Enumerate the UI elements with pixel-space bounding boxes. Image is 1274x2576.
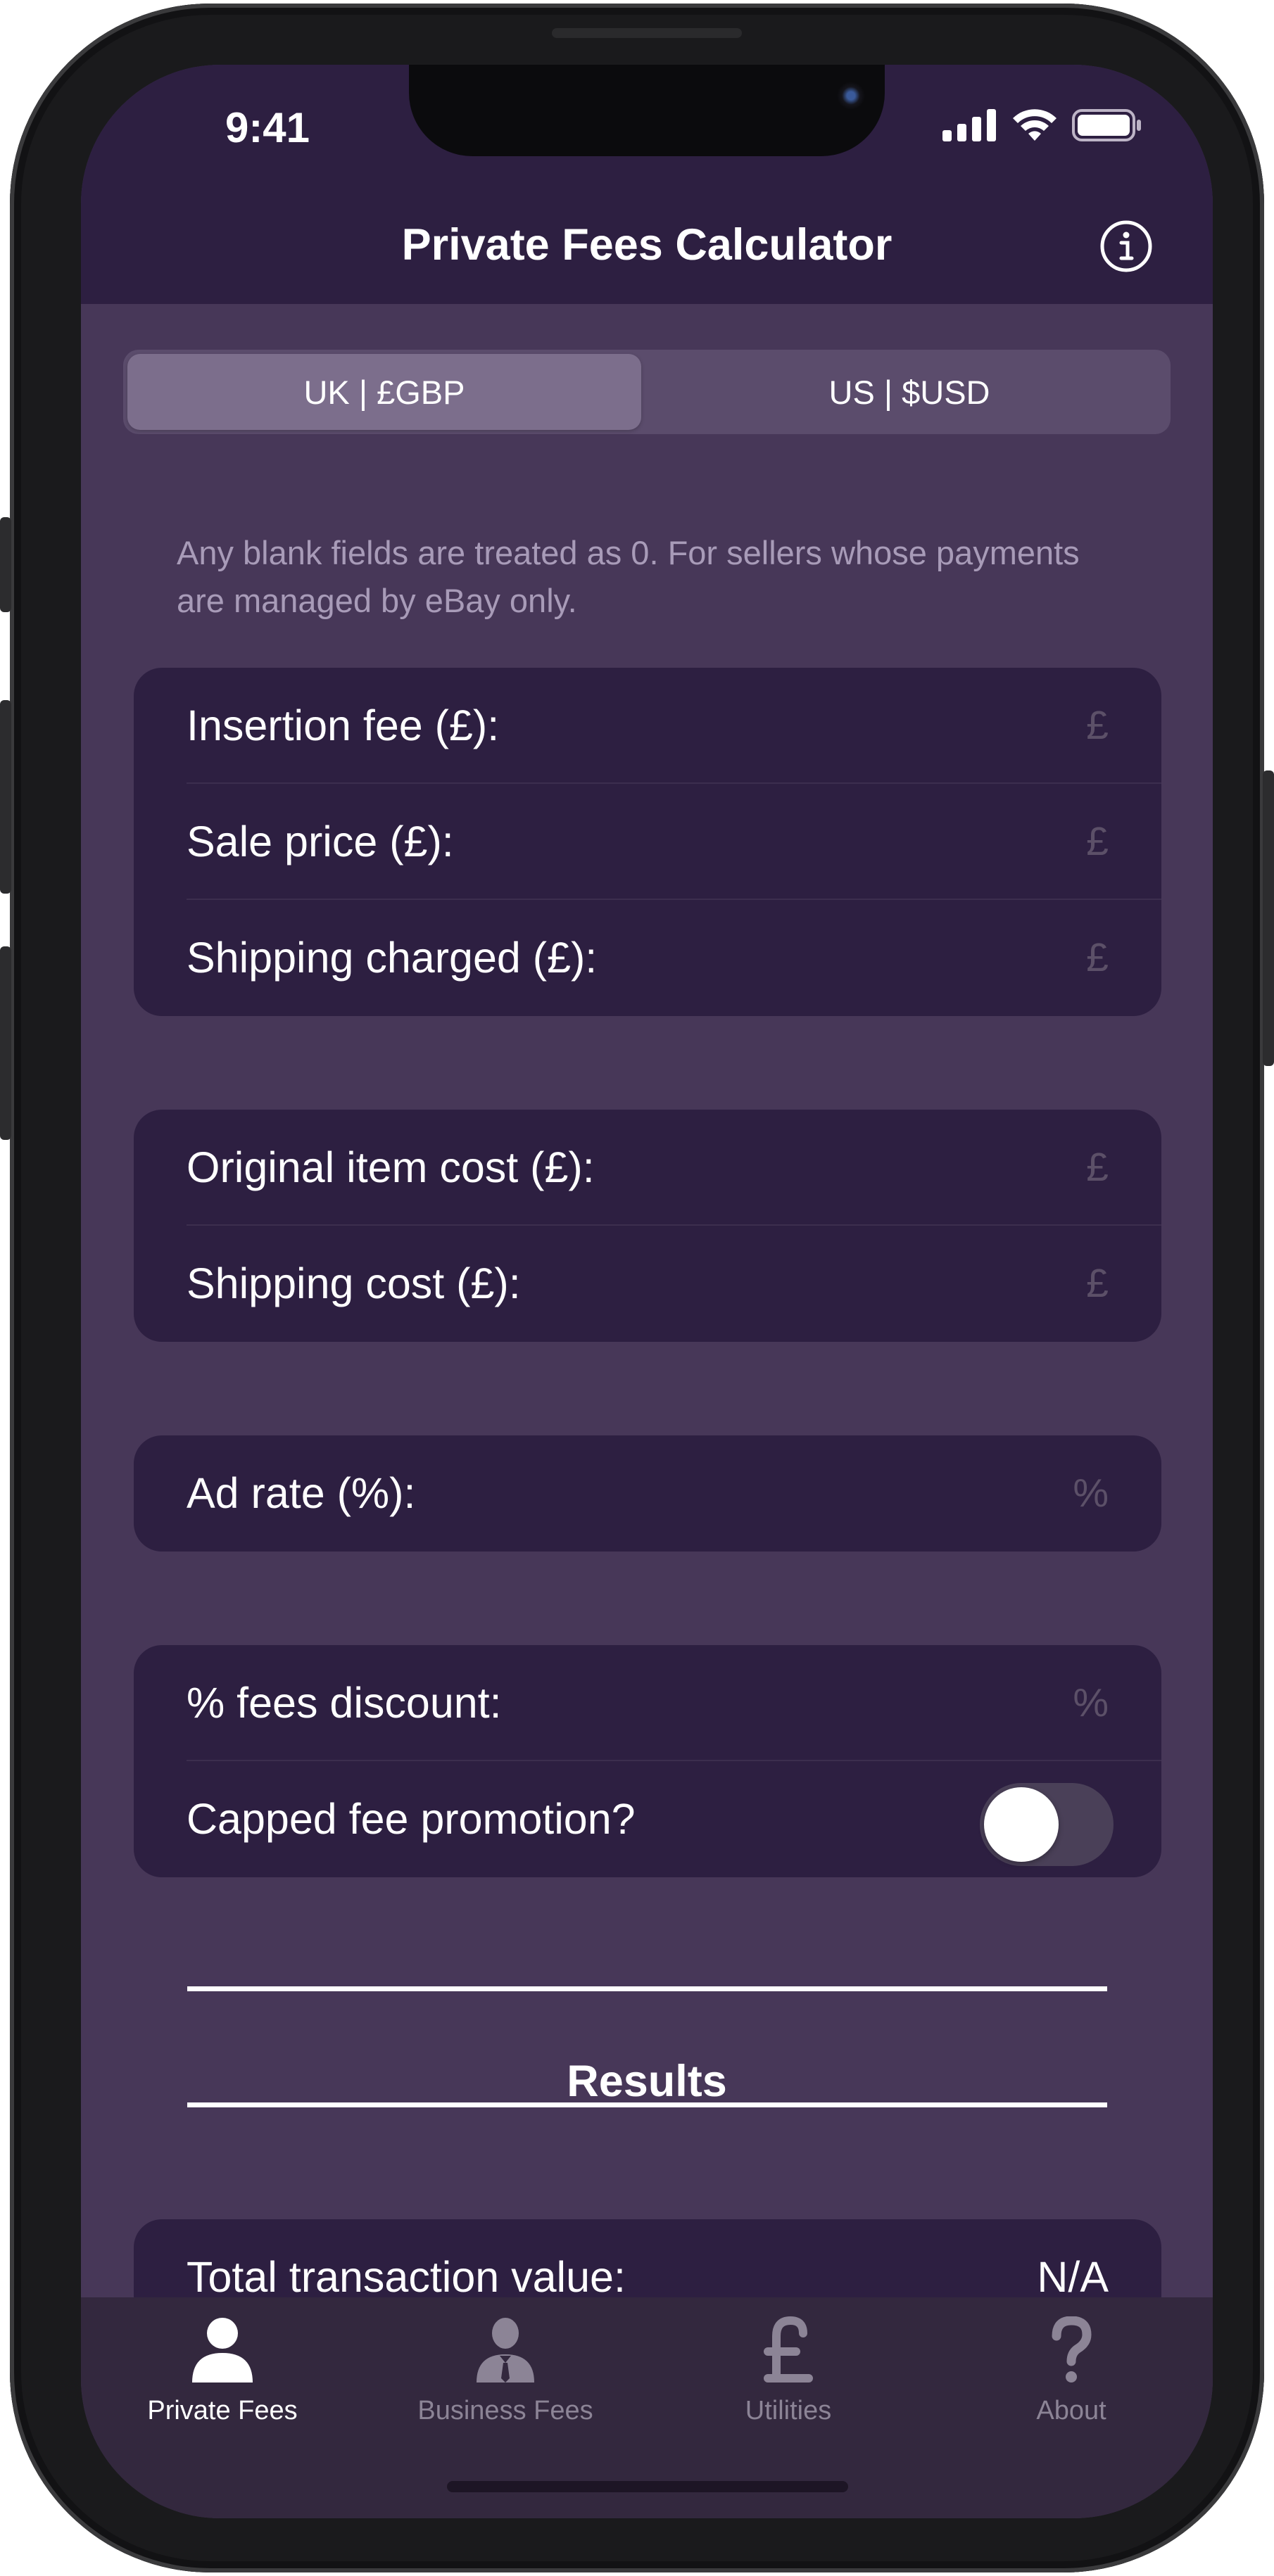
battery-icon xyxy=(1072,109,1141,141)
original-item-cost-label: Original item cost (£): xyxy=(187,1143,595,1191)
shipping-charged-field[interactable]: Shipping charged (£): £ xyxy=(134,900,1161,1016)
capped-fee-label: Capped fee promotion? xyxy=(187,1795,636,1843)
pound-icon xyxy=(764,2316,813,2383)
home-indicator[interactable] xyxy=(447,2481,848,2492)
ad-rate-placeholder[interactable]: % xyxy=(1073,1435,1109,1552)
insertion-fee-field[interactable]: Insertion fee (£): £ xyxy=(134,668,1161,784)
business-person-icon xyxy=(477,2318,534,2383)
results-divider-bottom xyxy=(187,2102,1107,2107)
fees-discount-label: % fees discount: xyxy=(187,1679,502,1727)
shipping-cost-placeholder[interactable]: £ xyxy=(1086,1226,1109,1342)
original-item-cost-field[interactable]: Original item cost (£): £ xyxy=(134,1110,1161,1226)
wifi-icon xyxy=(1013,109,1057,141)
ad-rate-field[interactable]: Ad rate (%): % xyxy=(134,1435,1161,1552)
insertion-fee-label: Insertion fee (£): xyxy=(187,702,500,749)
app-screen: 9:41 Private Fees Calculator UK | £GBP U… xyxy=(81,65,1213,2518)
shipping-cost-field[interactable]: Shipping cost (£): £ xyxy=(134,1226,1161,1342)
navigation-header: 9:41 Private Fees Calculator xyxy=(81,65,1213,304)
tab-label: Private Fees xyxy=(147,2396,298,2425)
status-icons xyxy=(942,108,1142,142)
results-title: Results xyxy=(567,2057,727,2106)
shipping-charged-placeholder[interactable]: £ xyxy=(1086,900,1109,1016)
dynamic-island xyxy=(409,65,885,156)
tab-private-fees[interactable]: Private Fees xyxy=(81,2297,364,2452)
tab-label: Utilities xyxy=(745,2396,832,2425)
capped-fee-toggle[interactable] xyxy=(980,1783,1114,1866)
info-note: Any blank fields are treated as 0. For s… xyxy=(177,534,1080,619)
sale-fields-group: Insertion fee (£): £ Sale price (£): £ S… xyxy=(134,668,1161,1016)
currency-segmented-control: UK | £GBP US | $USD xyxy=(123,350,1171,434)
volume-up-button xyxy=(0,700,11,894)
segment-uk-gbp[interactable]: UK | £GBP xyxy=(127,354,641,430)
results-divider-top xyxy=(187,1986,1107,1991)
tab-about[interactable]: About xyxy=(930,2297,1213,2452)
sale-price-label: Sale price (£): xyxy=(187,818,454,865)
phone-frame: 9:41 Private Fees Calculator UK | £GBP U… xyxy=(10,4,1264,2572)
fees-discount-placeholder[interactable]: % xyxy=(1073,1645,1109,1761)
camera-icon xyxy=(837,82,865,110)
discount-group: % fees discount: % Capped fee promotion? xyxy=(134,1645,1161,1877)
original-item-cost-placeholder[interactable]: £ xyxy=(1086,1110,1109,1226)
status-time: 9:41 xyxy=(225,104,310,151)
tab-label: About xyxy=(1036,2396,1106,2425)
shipping-charged-label: Shipping charged (£): xyxy=(187,934,598,982)
sale-price-field[interactable]: Sale price (£): £ xyxy=(134,784,1161,900)
ad-rate-label: Ad rate (%): xyxy=(187,1469,416,1517)
toggle-knob xyxy=(984,1787,1059,1862)
action-button xyxy=(0,517,11,612)
cost-fields-group: Original item cost (£): £ Shipping cost … xyxy=(134,1110,1161,1342)
tab-label: Business Fees xyxy=(417,2396,593,2425)
power-button xyxy=(1263,770,1274,1066)
info-icon[interactable] xyxy=(1099,220,1153,273)
person-icon xyxy=(192,2318,253,2383)
segment-us-usd[interactable]: US | $USD xyxy=(652,354,1166,430)
capped-fee-row: Capped fee promotion? xyxy=(134,1761,1161,1877)
sale-price-placeholder[interactable]: £ xyxy=(1086,784,1109,900)
signal-icon xyxy=(942,109,996,141)
insertion-fee-placeholder[interactable]: £ xyxy=(1086,668,1109,784)
volume-down-button xyxy=(0,946,11,1140)
page-title: Private Fees Calculator xyxy=(401,220,893,269)
question-icon xyxy=(1052,2316,1092,2383)
shipping-cost-label: Shipping cost (£): xyxy=(187,1260,521,1307)
tab-utilities[interactable]: Utilities xyxy=(647,2297,930,2452)
ad-rate-group: Ad rate (%): % xyxy=(134,1435,1161,1552)
tab-business-fees[interactable]: Business Fees xyxy=(364,2297,647,2452)
fees-discount-field[interactable]: % fees discount: % xyxy=(134,1645,1161,1761)
earpiece-speaker xyxy=(552,28,742,38)
